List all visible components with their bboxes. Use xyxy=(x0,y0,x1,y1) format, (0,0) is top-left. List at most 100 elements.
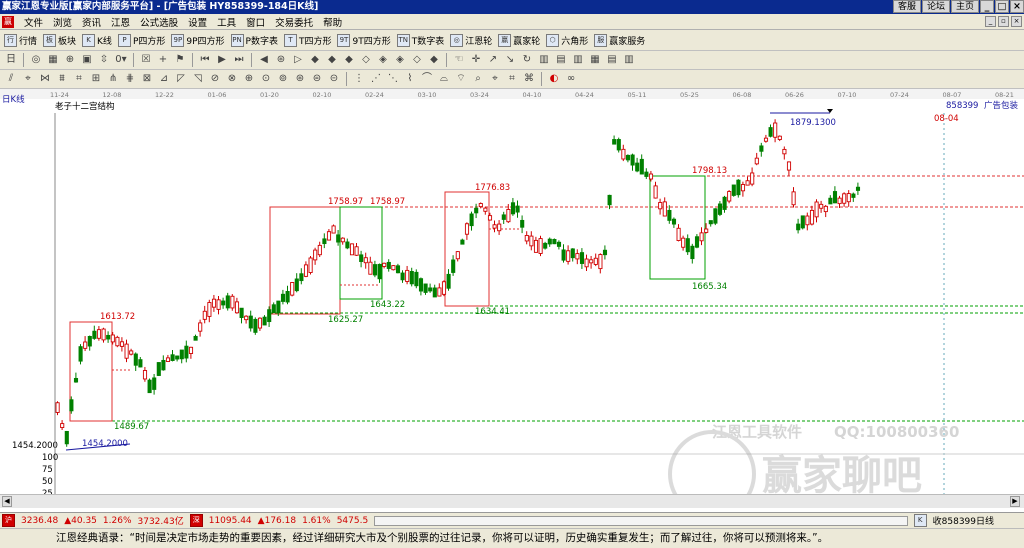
left-icon[interactable]: ◀ xyxy=(257,53,271,67)
menu-tools[interactable]: 工具 xyxy=(217,15,236,29)
gann-tool-30-icon[interactable]: ⌗ xyxy=(505,72,519,86)
status-scroll-track[interactable] xyxy=(374,515,908,526)
toolbar-kline-button[interactable]: K K线 xyxy=(82,33,112,47)
close-button[interactable]: × xyxy=(1010,0,1024,13)
circle-arrow-icon[interactable]: ⊛ xyxy=(274,53,288,67)
period-dropdown-icon[interactable]: 日▾ xyxy=(4,53,18,79)
gann-tool-4-icon[interactable]: ⩩ xyxy=(55,72,69,86)
gann-tool-16-icon[interactable]: ⊙ xyxy=(259,72,273,86)
bars4-icon[interactable]: ▦ xyxy=(588,53,602,67)
minimize-button[interactable]: _ xyxy=(980,0,994,13)
toolbar-p-number-button[interactable]: PN P数字表 xyxy=(230,33,278,47)
gann-tool-29-icon[interactable]: ⌖ xyxy=(488,72,502,86)
last-icon[interactable]: ⏭ xyxy=(232,53,246,67)
toolbar-t-square-button[interactable]: T T四方形 xyxy=(283,33,331,47)
toolbar-sector-button[interactable]: 板板块 xyxy=(43,33,76,47)
diamond-3-icon[interactable]: ◆ xyxy=(342,53,356,67)
menu-gann[interactable]: 江恩 xyxy=(111,15,130,29)
bars2-icon[interactable]: ▤ xyxy=(554,53,568,67)
gann-tool-8-icon[interactable]: ⋕ xyxy=(123,72,137,86)
grid-icon[interactable]: ▦ xyxy=(46,53,60,67)
home-button[interactable]: 主页 xyxy=(950,0,979,13)
maximize-button[interactable]: □ xyxy=(995,0,1009,13)
arrow-up-icon[interactable]: ↗ xyxy=(486,53,500,67)
forum-button[interactable]: 论坛 xyxy=(921,0,950,13)
kline-chart[interactable]: 11-24 12-08 12-22 01-06 01-20 02-10 02-24 03-10… xyxy=(0,89,1024,518)
gann-tool-28-icon[interactable]: ⌕ xyxy=(471,72,485,86)
gann-tool-10-icon[interactable]: ⊿ xyxy=(157,72,171,86)
horizontal-scrollbar[interactable]: ◀ ▶ xyxy=(0,494,1024,508)
diamond-7-icon[interactable]: ◇ xyxy=(410,53,424,67)
gann-tool-13-icon[interactable]: ⊘ xyxy=(208,72,222,86)
right-icon[interactable]: ▷ xyxy=(291,53,305,67)
gann-tool-6-icon[interactable]: ⊞ xyxy=(89,72,103,86)
gann-tool-19-icon[interactable]: ⊜ xyxy=(310,72,324,86)
hand-icon[interactable]: ☜ xyxy=(452,53,466,67)
diamond-5-icon[interactable]: ◈ xyxy=(376,53,390,67)
gann-tool-25-icon[interactable]: ⌒ xyxy=(420,72,434,86)
menu-trade[interactable]: 交易委托 xyxy=(275,15,313,29)
infinity-icon[interactable]: ∞ xyxy=(564,72,578,86)
toolbar-quotes-button[interactable]: 行行情 xyxy=(4,33,37,47)
service-button[interactable]: 客服 xyxy=(892,0,921,13)
gann-tool-22-icon[interactable]: ⋰ xyxy=(369,72,383,86)
mdi-close-button[interactable]: × xyxy=(1011,16,1022,27)
lock-icon[interactable]: ▣ xyxy=(80,53,94,67)
gann-tool-7-icon[interactable]: ⋔ xyxy=(106,72,120,86)
toolbar-hexagon-button[interactable]: ⬡ 六角形 xyxy=(546,33,588,47)
bars6-icon[interactable]: ▥ xyxy=(622,53,636,67)
menu-info[interactable]: 资讯 xyxy=(82,15,101,29)
toolbar-service-button[interactable]: 服赢家服务 xyxy=(594,33,645,47)
toolbar-t-number-button[interactable]: TN T数字表 xyxy=(396,33,444,47)
scroll-right-button[interactable]: ▶ xyxy=(1010,496,1020,507)
diamond-4-icon[interactable]: ◇ xyxy=(359,53,373,67)
gann-tool-15-icon[interactable]: ⊕ xyxy=(242,72,256,86)
menu-formula[interactable]: 公式选股 xyxy=(140,15,178,29)
refresh-icon[interactable]: ↻ xyxy=(520,53,534,67)
gann-tool-18-icon[interactable]: ⊛ xyxy=(293,72,307,86)
glasses-icon[interactable]: ◎ xyxy=(29,53,43,67)
toolbar-p-square-button[interactable]: P P四方形 xyxy=(117,33,165,47)
diamond-8-icon[interactable]: ◆ xyxy=(427,53,441,67)
flag-icon[interactable]: ⚑ xyxy=(173,53,187,67)
gann-tool-5-icon[interactable]: ⌗ xyxy=(72,72,86,86)
arrow-dropdown-icon[interactable]: ⇳ xyxy=(97,53,111,67)
menu-window[interactable]: 窗口 xyxy=(246,15,265,29)
gann-tool-2-icon[interactable]: ⌖ xyxy=(21,72,35,86)
gann-tool-3-icon[interactable]: ⋈ xyxy=(38,72,52,86)
gann-tool-11-icon[interactable]: ◸ xyxy=(174,72,188,86)
status-k-icon[interactable]: K xyxy=(913,514,927,527)
diamond-1-icon[interactable]: ◆ xyxy=(308,53,322,67)
toolbar-gann-wheel-button[interactable]: ◎ 江恩轮 xyxy=(450,33,492,47)
bars-icon[interactable]: ▥ xyxy=(537,53,551,67)
menu-settings[interactable]: 设置 xyxy=(188,15,207,29)
mdi-minimize-button[interactable]: _ xyxy=(985,16,996,27)
toolbar-winner-wheel-button[interactable]: 赢赢家轮 xyxy=(498,33,540,47)
first-icon[interactable]: ⏮ xyxy=(198,53,212,67)
gann-tool-23-icon[interactable]: ⋱ xyxy=(386,72,400,86)
plus-icon[interactable]: + xyxy=(156,53,170,67)
play-icon[interactable]: ▶ xyxy=(215,53,229,67)
menu-help[interactable]: 帮助 xyxy=(323,15,342,29)
mdi-restore-button[interactable]: ▫ xyxy=(998,16,1009,27)
gann-tool-24-icon[interactable]: ⌇ xyxy=(403,72,417,86)
color-wheel-icon[interactable]: ◐ xyxy=(547,72,561,86)
diamond-6-icon[interactable]: ◈ xyxy=(393,53,407,67)
gann-tool-1-icon[interactable]: ⫽ xyxy=(4,72,18,86)
bars3-icon[interactable]: ▥ xyxy=(571,53,585,67)
number-dropdown-icon[interactable]: 0▾ xyxy=(114,53,128,67)
menu-file[interactable]: 文件 xyxy=(24,15,43,29)
bars5-icon[interactable]: ▤ xyxy=(605,53,619,67)
toolbar-9p-square-button[interactable]: 9P 9P四方形 xyxy=(171,33,225,47)
gann-tool-12-icon[interactable]: ◹ xyxy=(191,72,205,86)
gann-tool-20-icon[interactable]: ⊝ xyxy=(327,72,341,86)
crosshair-icon[interactable]: ✛ xyxy=(469,53,483,67)
kline-type-icon[interactable]: ☒ xyxy=(139,53,153,67)
scroll-left-button[interactable]: ◀ xyxy=(2,496,12,507)
gann-tool-21-icon[interactable]: ⋮ xyxy=(352,72,366,86)
gann-tool-17-icon[interactable]: ⊚ xyxy=(276,72,290,86)
arrow-down-icon[interactable]: ↘ xyxy=(503,53,517,67)
diamond-2-icon[interactable]: ◆ xyxy=(325,53,339,67)
gann-tool-27-icon[interactable]: ⌔ xyxy=(454,72,468,86)
gann-tool-9-icon[interactable]: ⊠ xyxy=(140,72,154,86)
